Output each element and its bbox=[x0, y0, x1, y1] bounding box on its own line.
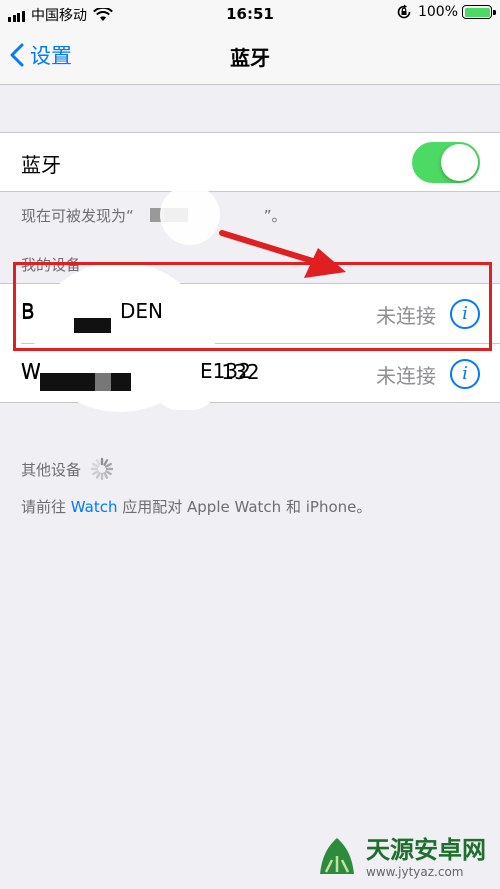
bluetooth-toggle-cell: 蓝牙 bbox=[0, 132, 500, 192]
battery-icon bbox=[462, 5, 496, 19]
redaction-blob bbox=[160, 185, 220, 245]
other-devices-label: 其他设备 bbox=[21, 460, 82, 479]
watermark-logo-icon bbox=[320, 837, 354, 874]
battery-fill bbox=[464, 7, 490, 17]
device-name-end: E132 bbox=[200, 359, 251, 383]
switch-knob bbox=[441, 144, 478, 181]
page-title: 蓝牙 bbox=[230, 46, 270, 70]
annotation-highlight-box bbox=[13, 262, 492, 351]
watermark-brand: 天源安卓网 bbox=[366, 836, 486, 864]
watch-app-link[interactable]: Watch bbox=[71, 498, 118, 516]
redaction-mark bbox=[95, 373, 111, 391]
status-bar: 中国移动 16:51 100% bbox=[0, 0, 500, 28]
redaction-mark bbox=[40, 373, 95, 391]
watermark: 天源安卓网 www.jytyaz.com bbox=[314, 830, 486, 879]
connection-status: 未连接 bbox=[376, 364, 436, 388]
rotation-lock-icon bbox=[397, 4, 411, 19]
info-button[interactable]: i bbox=[450, 359, 480, 389]
redaction-mark bbox=[111, 373, 131, 391]
bluetooth-switch[interactable] bbox=[412, 142, 480, 183]
status-right: 100% bbox=[396, 4, 496, 20]
watermark-url: www.jytyaz.com bbox=[366, 865, 464, 879]
device-name-start: W bbox=[21, 359, 41, 383]
discoverable-suffix: ”。 bbox=[263, 207, 287, 225]
loading-spinner-icon bbox=[90, 457, 114, 481]
discoverable-prefix: 现在可被发现为“ bbox=[21, 207, 134, 225]
other-devices-header: 其他设备 bbox=[21, 456, 115, 482]
navigation-bar: 设置 蓝牙 bbox=[0, 28, 500, 85]
bluetooth-label: 蓝牙 bbox=[21, 153, 61, 177]
battery-percent: 100% bbox=[417, 4, 458, 20]
pair-watch-hint: 请前往 Watch 应用配对 Apple Watch 和 iPhone。 bbox=[21, 498, 372, 516]
